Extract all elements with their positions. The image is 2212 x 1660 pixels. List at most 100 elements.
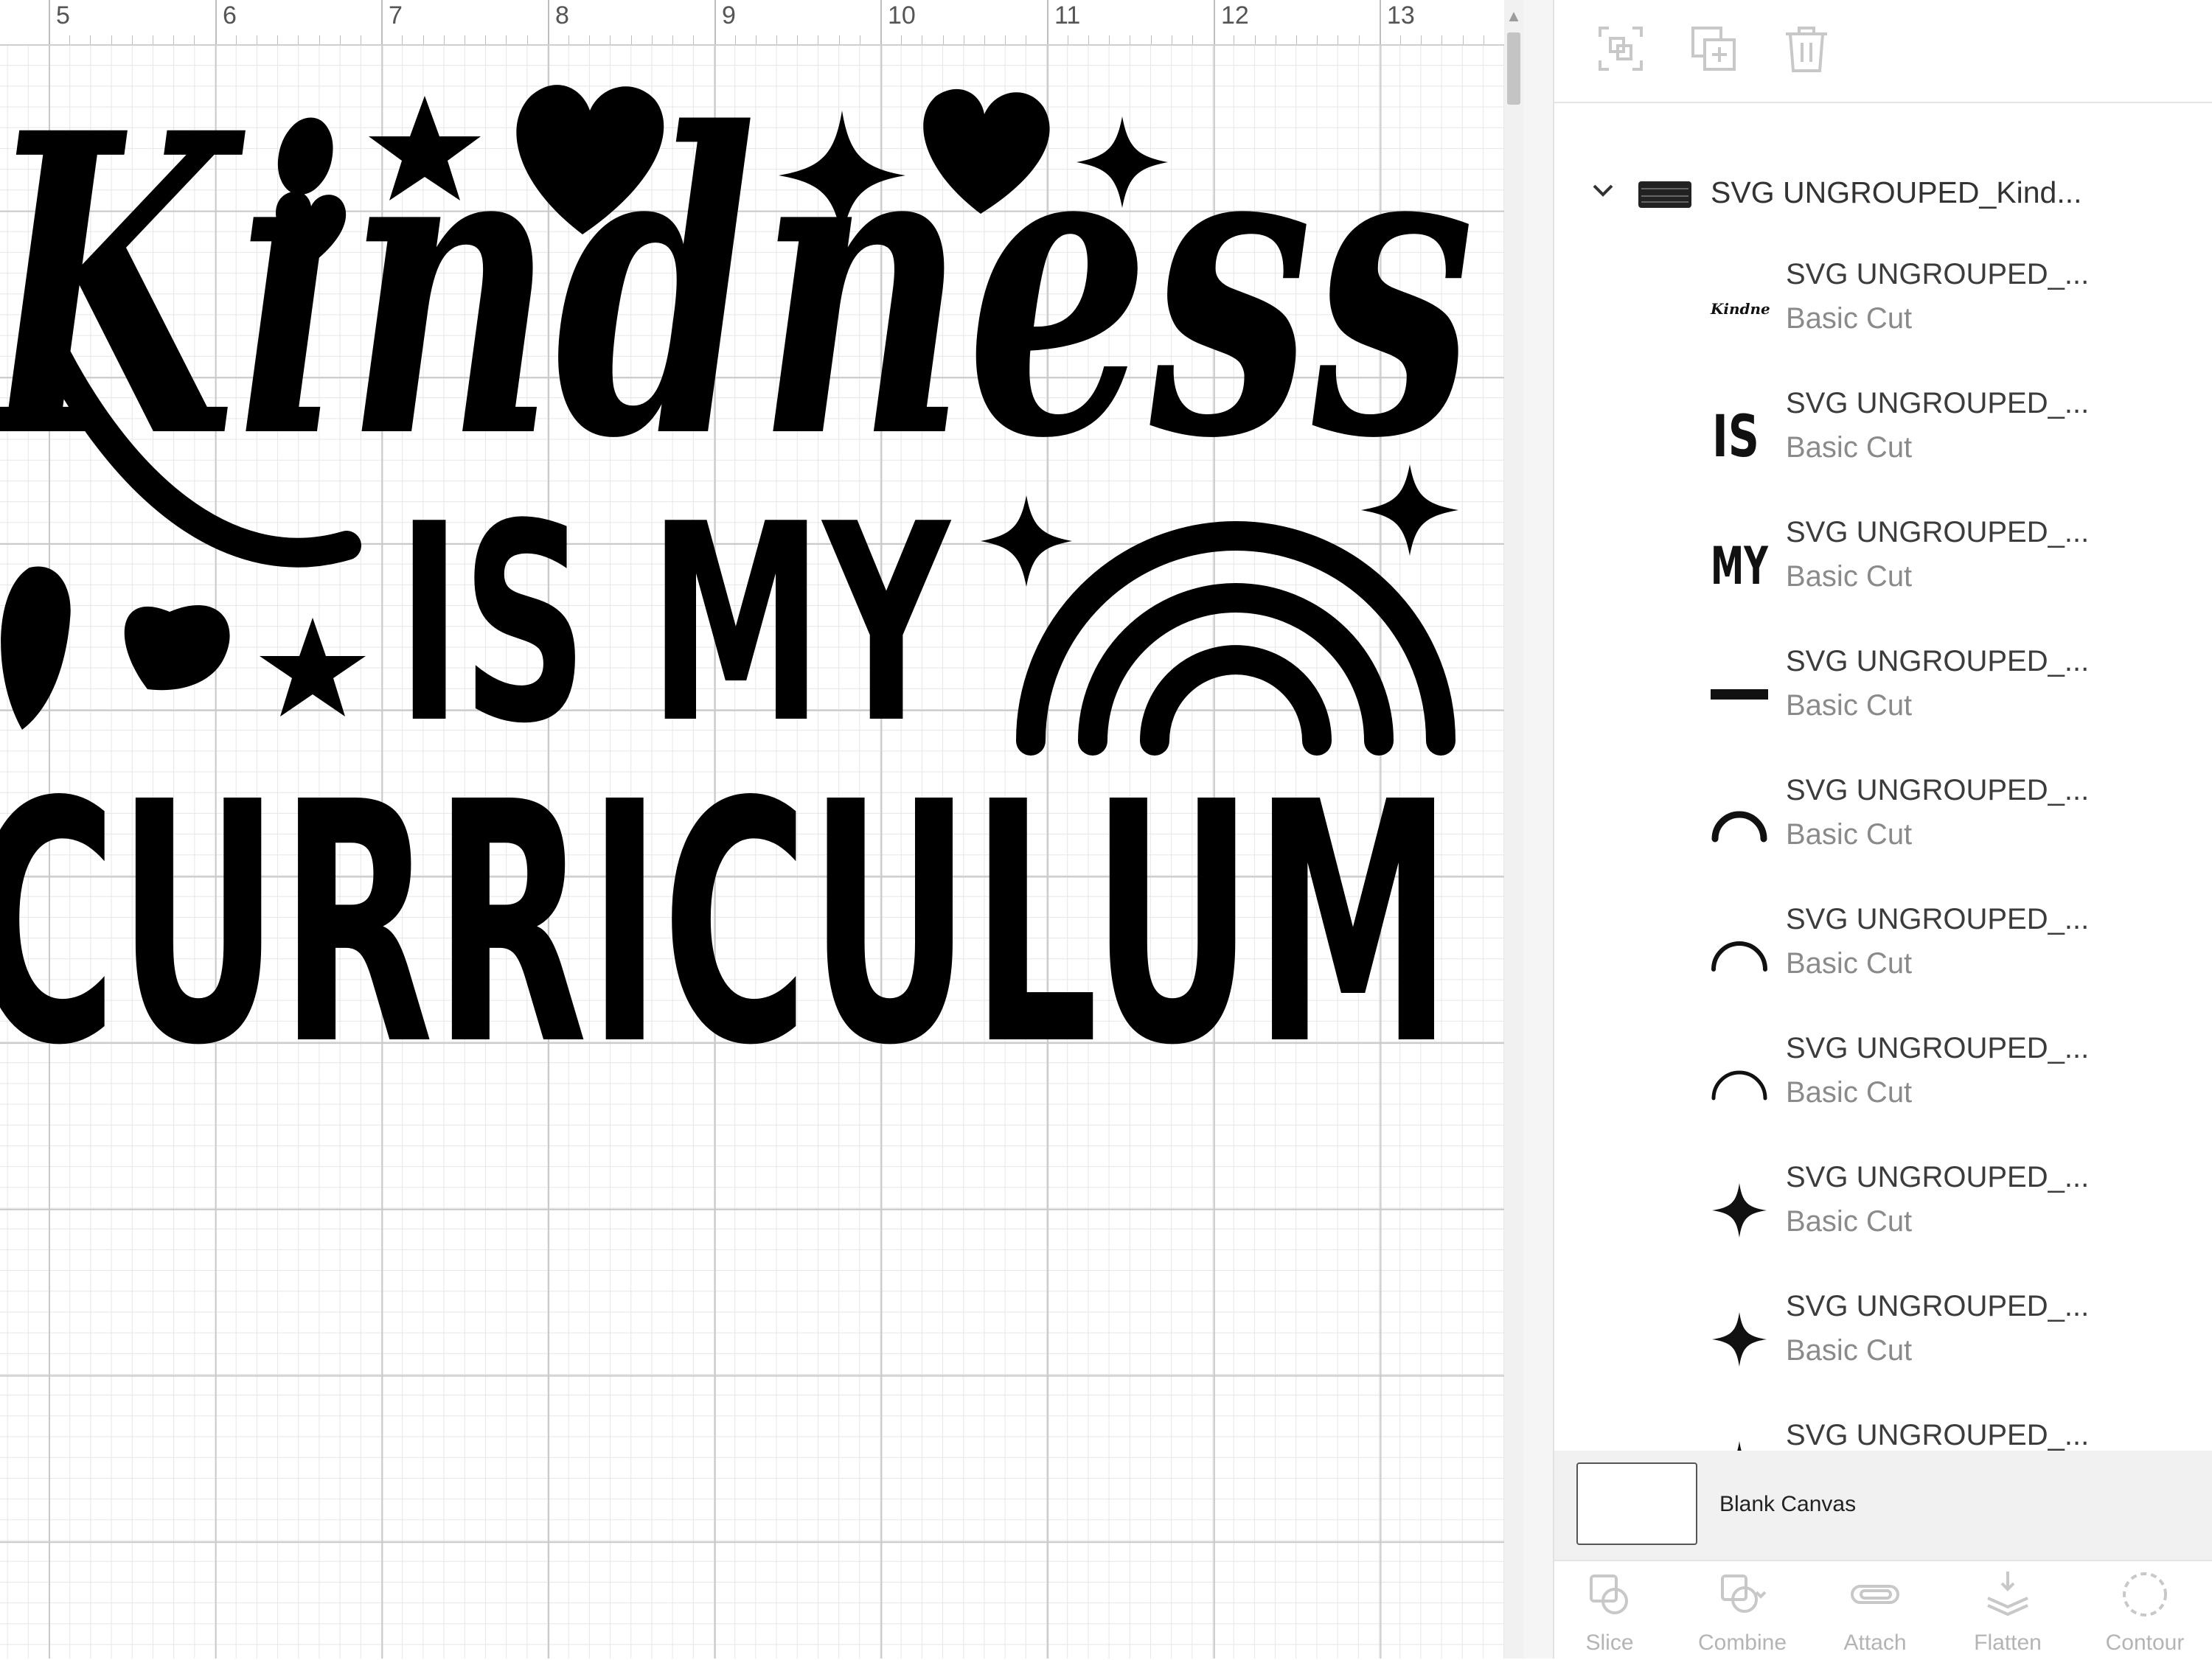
layer-operation: Basic Cut [1786,1205,1913,1238]
ruler-tick [1317,35,1318,44]
ruler-tick [1462,35,1464,44]
ruler-number: 8 [555,1,569,29]
ruler-tick [298,35,299,44]
ruler-tick [1192,35,1193,44]
kindness-artwork[interactable]: Kindness IS MY CURRICULUM [0,0,1504,1091]
ruler-number: 13 [1387,1,1415,29]
ruler-tick [485,35,487,44]
scrollbar-thumb[interactable] [1507,32,1520,105]
ruler-tick [69,35,71,44]
layer-item[interactable]: SVG UNGROUPED_... Basic Cut [1554,896,2212,1025]
ruler-tick [901,35,902,44]
layer-item[interactable]: IS SVG UNGROUPED_... Basic Cut [1554,380,2212,509]
ruler-tick [1421,35,1422,44]
curriculum-text: CURRICULUM [0,732,1453,1091]
svg-text:MY: MY [1711,536,1769,596]
ruler-number: 5 [56,1,70,29]
blank-canvas-label: Blank Canvas [1719,1492,1857,1516]
layer-item[interactable]: SVG UNGROUPED_... [1554,1412,2212,1451]
combine-button[interactable]: Combine [1687,1569,1798,1660]
layer-item[interactable]: SVG UNGROUPED_... Basic Cut [1554,638,2212,767]
ruler-tick [1358,35,1360,44]
contour-label: Contour [2105,1631,2185,1655]
ruler-tick [630,35,632,44]
group-icon[interactable] [1594,22,1647,75]
arc-thumb-icon [1711,941,1767,972]
flatten-icon [1987,1572,2028,1617]
ruler-tick [776,35,777,44]
ruler-tick [755,35,757,44]
slice-icon [1590,1574,1628,1614]
layers-toolbar [1554,0,2212,103]
sparkle-thumb-icon [1737,1441,1742,1451]
chevron-down-icon[interactable] [1588,175,1618,205]
star-shape [260,618,366,716]
layer-group-row[interactable]: SVG UNGROUPED_Kind... [1554,147,2212,236]
layer-name: SVG UNGROUPED_... [1786,1161,2090,1193]
layer-item[interactable]: MY SVG UNGROUPED_... Basic Cut [1554,509,2212,638]
ruler-tick [1109,35,1110,44]
layer-operation: Basic Cut [1786,560,1913,593]
ruler-tick [838,35,840,44]
ruler-tick [1400,35,1401,44]
layers-list[interactable]: SVG UNGROUPED_Kind... Kindness SVG UNGRO… [1554,103,2212,1451]
layer-item[interactable]: Kindness SVG UNGROUPED_... Basic Cut [1554,251,2212,380]
ruler-number: 10 [888,1,916,29]
ruler-tick [173,35,175,44]
ruler-tick [319,35,320,44]
duplicate-icon[interactable] [1687,22,1740,75]
ruler-tick [568,35,569,44]
ruler-tick [194,35,195,44]
layer-name: SVG UNGROUPED_... [1786,903,2090,935]
slice-button[interactable]: Slice [1554,1569,1665,1660]
layer-operation: Basic Cut [1786,302,1913,335]
delete-icon[interactable] [1780,22,1833,75]
ruler-number: 7 [389,1,403,29]
ruler-tick [1150,35,1152,44]
layer-operation: Basic Cut [1786,1076,1913,1109]
ruler-tick [1254,35,1256,44]
ruler-number: 11 [1054,1,1081,29]
canvas-color-swatch[interactable] [1576,1462,1697,1545]
flatten-button[interactable]: Flatten [1952,1569,2063,1660]
layer-actions-toolbar: Slice Combine Attach Flatten Contour [1554,1560,2212,1660]
contour-icon [2123,1572,2167,1617]
layer-name: SVG UNGROUPED_... [1786,516,2090,548]
ruler-tick [131,35,133,44]
layer-item[interactable]: SVG UNGROUPED_... Basic Cut [1554,767,2212,896]
vertical-scrollbar[interactable]: ▲ [1504,0,1523,1659]
attach-icon [1851,1585,1899,1604]
layer-name: SVG UNGROUPED_... [1786,774,2090,806]
ruler-tick [672,35,673,44]
layers-panel: SVG UNGROUPED_Kind... Kindness SVG UNGRO… [1553,0,2212,1660]
sparkle-thumb-icon [1712,1312,1767,1367]
ruler-tick [339,35,341,44]
layer-operation: Basic Cut [1786,1334,1913,1367]
attach-button[interactable]: Attach [1820,1569,1930,1660]
ruler-tick [589,35,591,44]
ruler-tick [506,35,507,44]
ruler-tick [1088,35,1089,44]
scroll-up-arrow-icon[interactable]: ▲ [1504,3,1523,29]
kindness-script-thumb-icon: Kindness [1710,300,1770,318]
attach-label: Attach [1843,1631,1907,1655]
layer-item[interactable]: SVG UNGROUPED_... Basic Cut [1554,1283,2212,1412]
ruler-tick [111,35,112,44]
sparkle-thumb-icon [1712,1183,1767,1238]
layer-group-name: SVG UNGROUPED_Kind... [1711,175,2082,209]
ruler-tick [1441,35,1443,44]
contour-button[interactable]: Contour [2090,1569,2200,1660]
ruler-tick [797,35,799,44]
layer-name: SVG UNGROUPED_... [1786,1290,2090,1322]
layer-item[interactable]: SVG UNGROUPED_... Basic Cut [1554,1154,2212,1283]
ruler-tick [610,35,611,44]
design-canvas[interactable]: 5 6 7 8 9 10 11 12 13 Kindness IS MY CUR… [0,0,1504,1659]
combine-label: Combine [1697,1631,1787,1655]
layer-item[interactable]: SVG UNGROUPED_... Basic Cut [1554,1025,2212,1154]
ruler-tick [1005,35,1006,44]
layer-name: SVG UNGROUPED_... [1786,1032,2090,1064]
blank-canvas-row[interactable]: Blank Canvas [1554,1451,2212,1560]
my-text-thumb-icon: MY [1711,536,1769,596]
combine-icon [1721,1574,1767,1613]
ruler-tick [693,35,695,44]
